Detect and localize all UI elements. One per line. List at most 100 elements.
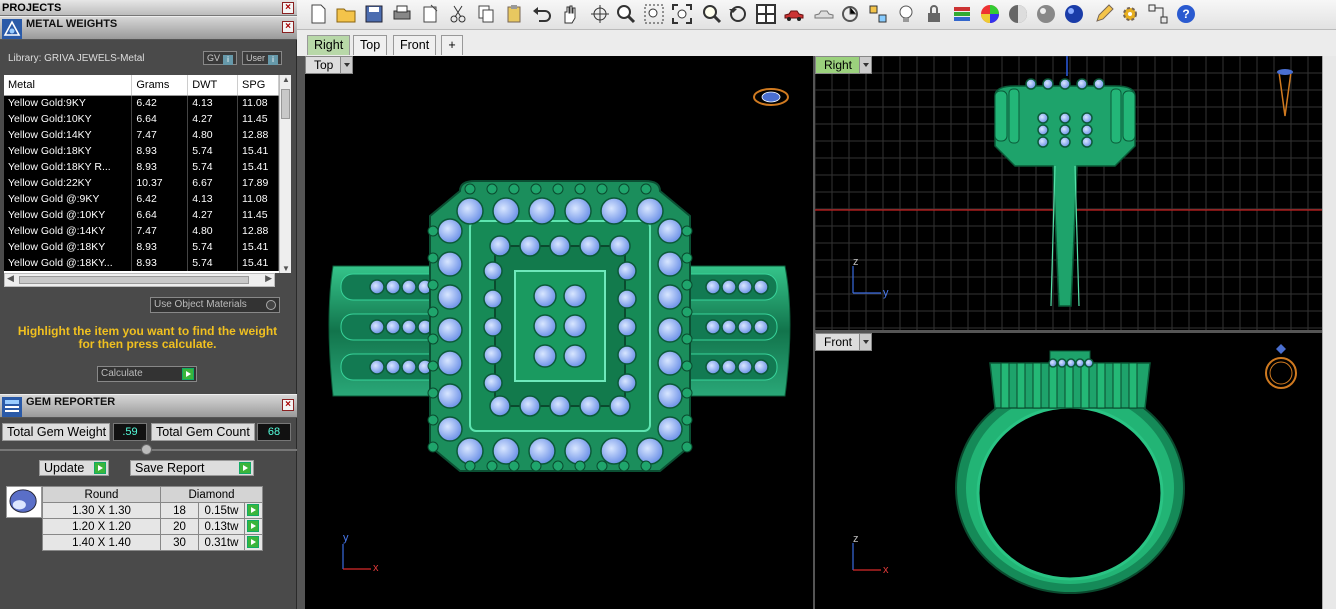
right-viewport-label[interactable]: Right <box>815 56 872 74</box>
table-row[interactable]: Yellow Gold @:18KY... 8.93 5.74 15.41 <box>4 255 279 271</box>
metal-table-vertical-scrollbar[interactable]: ▲ ▼ <box>279 75 291 273</box>
rotate-view-icon[interactable] <box>589 3 611 25</box>
car-render-icon[interactable] <box>783 3 805 25</box>
table-row[interactable]: Yellow Gold:10KY 6.64 4.27 11.45 <box>4 111 279 127</box>
halo-gem <box>657 416 683 442</box>
paste-icon[interactable] <box>503 3 525 25</box>
save-icon[interactable] <box>363 3 385 25</box>
zoom-extents-icon[interactable] <box>671 3 693 25</box>
group-icon[interactable] <box>1147 3 1169 25</box>
scroll-up-icon[interactable]: ▲ <box>280 75 291 84</box>
use-object-materials-checkbox[interactable]: Use Object Materials <box>150 297 280 313</box>
table-row[interactable]: Yellow Gold:22KY 10.37 6.67 17.89 <box>4 175 279 191</box>
update-button[interactable]: Update <box>39 460 109 476</box>
total-gem-count-value: 68 <box>257 423 291 441</box>
lock-icon[interactable] <box>923 3 945 25</box>
metal-table-horizontal-scrollbar[interactable]: ◀ ▶ <box>4 273 275 287</box>
table-cell: 4.27 <box>187 207 239 223</box>
table-row[interactable]: Yellow Gold:18KY 8.93 5.74 15.41 <box>4 143 279 159</box>
snap-tool-icon[interactable] <box>867 3 889 25</box>
page-setup-icon[interactable] <box>419 3 441 25</box>
splitter-handle[interactable] <box>141 444 152 455</box>
prong-shape <box>1112 362 1122 409</box>
right-side-toolbar <box>1322 56 1336 609</box>
pencil-icon[interactable] <box>1093 3 1115 25</box>
table-cell: 5.74 <box>187 239 239 255</box>
front-viewport[interactable]: z x Front <box>815 333 1322 609</box>
gem-shape-thumbnail[interactable] <box>6 486 42 518</box>
inner-gem <box>609 395 631 417</box>
table-row[interactable]: Yellow Gold @:10KY 6.64 4.27 11.45 <box>4 207 279 223</box>
table-row[interactable]: Yellow Gold @:18KY 8.93 5.74 15.41 <box>4 239 279 255</box>
save-report-button[interactable]: Save Report <box>130 460 254 476</box>
gem-size-cell: 1.40 X 1.40 <box>42 534 161 551</box>
layers-icon[interactable] <box>951 3 973 25</box>
new-file-icon[interactable] <box>307 3 329 25</box>
table-row[interactable]: Yellow Gold @:14KY 7.47 4.80 12.88 <box>4 223 279 239</box>
gv-info-icon: i <box>223 55 234 65</box>
undo-view-icon[interactable] <box>727 3 749 25</box>
gem-row[interactable]: 1.30 X 1.30 18 0.15tw <box>42 502 263 519</box>
shaded-sphere-icon[interactable] <box>1007 3 1029 25</box>
rendered-sphere-icon[interactable] <box>1035 3 1057 25</box>
top-viewport-label[interactable]: Top <box>305 56 353 74</box>
projects-close-icon[interactable]: × <box>282 2 294 14</box>
tab-front[interactable]: Front <box>393 35 437 55</box>
side-gem <box>1081 112 1093 124</box>
column-header-dwt[interactable]: DWT <box>187 75 239 96</box>
gem-row[interactable]: 1.20 X 1.20 20 0.13tw <box>42 518 263 535</box>
open-folder-icon[interactable] <box>335 3 357 25</box>
metal-weights-close-icon[interactable]: × <box>282 21 294 33</box>
column-header-grams[interactable]: Grams <box>131 75 189 96</box>
cut-icon[interactable] <box>447 3 469 25</box>
light-bulb-icon[interactable] <box>895 3 917 25</box>
color-wheel-icon[interactable] <box>979 3 1001 25</box>
table-row[interactable]: Yellow Gold:18KY R... 8.93 5.74 15.41 <box>4 159 279 175</box>
main-toolbar: ? <box>297 0 1336 30</box>
scroll-thumb[interactable] <box>281 89 290 119</box>
right-viewport-dropdown-icon[interactable] <box>859 57 871 73</box>
calculate-button[interactable]: Calculate <box>97 366 197 382</box>
gem-reporter-close-icon[interactable]: × <box>282 399 294 411</box>
help-icon[interactable]: ? <box>1175 3 1197 25</box>
zoom-icon[interactable] <box>615 3 637 25</box>
gem-row[interactable]: 1.40 X 1.40 30 0.31tw <box>42 534 263 551</box>
undo-icon[interactable] <box>531 3 553 25</box>
gem-select-button[interactable] <box>244 502 263 519</box>
copy-icon[interactable] <box>475 3 497 25</box>
pan-hand-icon[interactable] <box>559 3 581 25</box>
print-icon[interactable] <box>391 3 413 25</box>
tab-right[interactable]: Right <box>307 35 351 55</box>
table-row[interactable]: Yellow Gold:14KY 7.47 4.80 12.88 <box>4 127 279 143</box>
zoom-window-icon[interactable] <box>643 3 665 25</box>
user-toggle[interactable]: User i <box>242 51 283 65</box>
scroll-left-icon[interactable]: ◀ <box>7 273 14 284</box>
save-report-label: Save Report <box>135 461 205 475</box>
gem-select-button[interactable] <box>244 534 263 551</box>
column-header-spg[interactable]: SPG <box>237 75 279 96</box>
top-viewport[interactable]: y x Top <box>305 56 813 609</box>
wireframe-car-icon[interactable] <box>813 3 835 25</box>
top-viewport-dropdown-icon[interactable] <box>340 57 352 73</box>
table-cell: Yellow Gold:18KY R... <box>4 159 133 175</box>
column-header-metal[interactable]: Metal <box>4 75 133 96</box>
right-viewport[interactable]: z y Right <box>815 56 1322 330</box>
table-row[interactable]: Yellow Gold @:9KY 6.42 4.13 11.08 <box>4 191 279 207</box>
blue-sphere-icon[interactable] <box>1063 3 1085 25</box>
front-viewport-dropdown-icon[interactable] <box>859 334 871 350</box>
hscroll-thumb[interactable] <box>19 276 249 284</box>
left-panel: PROJECTS × METAL WEIGHTS × Library: GRIV… <box>0 0 297 609</box>
add-tab-icon[interactable]: + <box>441 35 463 55</box>
tab-top[interactable]: Top <box>353 35 388 55</box>
scroll-down-icon[interactable]: ▼ <box>280 264 291 273</box>
side-gem <box>1093 78 1105 90</box>
scroll-right-icon[interactable]: ▶ <box>265 273 272 284</box>
circle-tool-icon[interactable] <box>839 3 861 25</box>
zoom-selected-icon[interactable] <box>701 3 723 25</box>
gv-toggle[interactable]: GV i <box>203 51 238 65</box>
table-row[interactable]: Yellow Gold:9KY 6.42 4.13 11.08 <box>4 95 279 111</box>
four-viewports-icon[interactable] <box>755 3 777 25</box>
front-viewport-label[interactable]: Front <box>815 333 872 351</box>
gear-icon[interactable] <box>1119 3 1141 25</box>
gem-select-button[interactable] <box>244 518 263 535</box>
